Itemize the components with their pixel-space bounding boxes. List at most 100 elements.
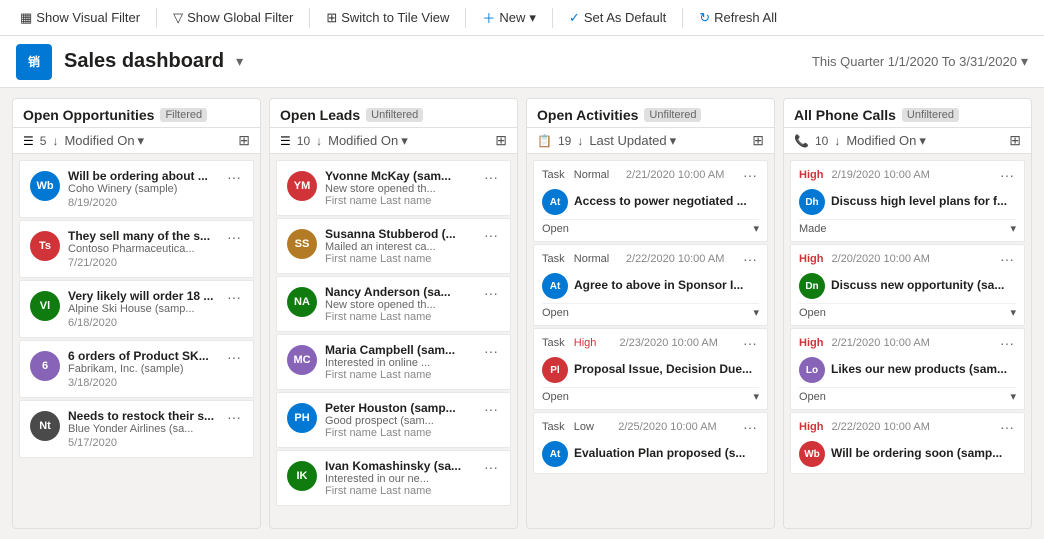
expand-button[interactable]: ▾: [753, 390, 759, 403]
divider-4: [552, 8, 553, 28]
table-row[interactable]: IK Ivan Komashinsky (sa... Interested in…: [276, 450, 511, 506]
card-more-button[interactable]: ···: [482, 459, 500, 475]
activity-title: Evaluation Plan proposed (s...: [574, 446, 759, 460]
avatar: SS: [287, 229, 317, 259]
card-body: Maria Campbell (sam... Interested in onl…: [325, 343, 474, 381]
priority-label: High: [799, 253, 823, 265]
card-more-button[interactable]: ···: [225, 289, 243, 305]
activities-filter-button[interactable]: ⊞: [752, 132, 764, 149]
card-subtitle: Fabrikam, Inc. (sample): [68, 363, 217, 375]
card-more-button[interactable]: ···: [482, 227, 500, 243]
table-row[interactable]: Wb Will be ordering about ... Coho Winer…: [19, 160, 254, 218]
table-row[interactable]: SS Susanna Stubberod (... Mailed an inte…: [276, 218, 511, 274]
phone-more-button[interactable]: ···: [998, 419, 1016, 435]
card-subtitle: Interested in online ...: [325, 357, 474, 369]
phone-header: High 2/19/2020 10:00 AM ···: [799, 167, 1016, 183]
phone-sort-icon: 📞: [794, 134, 809, 148]
list-item[interactable]: Task Low 2/25/2020 10:00 AM ··· At Evalu…: [533, 412, 768, 474]
sort-modified-on-button[interactable]: Modified On ▾: [64, 133, 144, 149]
card-meta: First name Last name: [325, 485, 474, 497]
expand-button[interactable]: ▾: [1010, 306, 1016, 319]
activity-title: Proposal Issue, Decision Due...: [574, 362, 759, 376]
count-label: 5: [40, 134, 47, 148]
activity-more-button[interactable]: ···: [741, 335, 759, 351]
column-filter-button[interactable]: ⊞: [238, 132, 250, 149]
divider-5: [682, 8, 683, 28]
expand-button[interactable]: ▾: [753, 222, 759, 235]
table-row[interactable]: PH Peter Houston (samp... Good prospect …: [276, 392, 511, 448]
list-item[interactable]: Task High 2/23/2020 10:00 AM ··· Pl Prop…: [533, 328, 768, 410]
leads-filter-button[interactable]: ⊞: [495, 132, 507, 149]
switch-to-tile-view-button[interactable]: ⊞ Switch to Tile View: [318, 6, 457, 30]
status-label: Open: [799, 391, 826, 403]
open-activities-list: Task Normal 2/21/2020 10:00 AM ··· At Ac…: [527, 154, 774, 528]
list-item[interactable]: Task Normal 2/22/2020 10:00 AM ··· At Ag…: [533, 244, 768, 326]
table-row[interactable]: Ts They sell many of the s... Contoso Ph…: [19, 220, 254, 278]
phone-datetime: 2/19/2020 10:00 AM: [831, 169, 929, 181]
card-subtitle: Mailed an interest ca...: [325, 241, 474, 253]
phone-more-button[interactable]: ···: [998, 251, 1016, 267]
list-item[interactable]: High 2/20/2020 10:00 AM ··· Dn Discuss n…: [790, 244, 1025, 326]
card-subtitle: Alpine Ski House (samp...: [68, 303, 217, 315]
card-more-button[interactable]: ···: [225, 169, 243, 185]
phone-more-button[interactable]: ···: [998, 335, 1016, 351]
card-more-button[interactable]: ···: [482, 343, 500, 359]
list-item[interactable]: High 2/21/2020 10:00 AM ··· Lo Likes our…: [790, 328, 1025, 410]
avatar: IK: [287, 461, 317, 491]
table-row[interactable]: MC Maria Campbell (sam... Interested in …: [276, 334, 511, 390]
status-label: Open: [542, 307, 569, 319]
col-header-row: Open Activities Unfiltered: [537, 107, 701, 123]
table-row[interactable]: Nt Needs to restock their s... Blue Yond…: [19, 400, 254, 458]
table-row[interactable]: YM Yvonne McKay (sam... New store opened…: [276, 160, 511, 216]
activity-more-button[interactable]: ···: [741, 419, 759, 435]
date-range-chevron-button[interactable]: ▾: [1021, 53, 1028, 70]
activity-more-button[interactable]: ···: [741, 167, 759, 183]
card-more-button[interactable]: ···: [482, 401, 500, 417]
refresh-all-button[interactable]: ↻ Refresh All: [691, 6, 785, 30]
activity-more-button[interactable]: ···: [741, 251, 759, 267]
all-phone-calls-column: All Phone Calls Unfiltered 📞 10 ↓ Modifi…: [783, 98, 1032, 529]
activity-type: Task Normal: [542, 253, 609, 265]
avatar: Ts: [30, 231, 60, 261]
list-item[interactable]: High 2/19/2020 10:00 AM ··· Dh Discuss h…: [790, 160, 1025, 242]
open-opportunities-title: Open Opportunities: [23, 107, 154, 123]
show-global-filter-button[interactable]: ▽ Show Global Filter: [165, 6, 301, 30]
activity-type: Task High: [542, 337, 596, 349]
priority-label: High: [799, 421, 823, 433]
page-header: 销 Sales dashboard ▾ This Quarter 1/1/202…: [0, 36, 1044, 88]
show-visual-filter-button[interactable]: ▦ Show Visual Filter: [12, 6, 148, 30]
phone-title: Discuss high level plans for f...: [831, 194, 1016, 208]
toolbar: ▦ Show Visual Filter ▽ Show Global Filte…: [0, 0, 1044, 36]
new-button[interactable]: ＋ New ▾: [474, 4, 544, 31]
expand-button[interactable]: ▾: [1010, 222, 1016, 235]
activity-row: At Agree to above in Sponsor I...: [542, 271, 759, 299]
card-more-button[interactable]: ···: [225, 229, 243, 245]
table-row[interactable]: Vl Very likely will order 18 ... Alpine …: [19, 280, 254, 338]
table-row[interactable]: 6 6 orders of Product SK... Fabrikam, In…: [19, 340, 254, 398]
list-item[interactable]: Task Normal 2/21/2020 10:00 AM ··· At Ac…: [533, 160, 768, 242]
sort-leads-modified-on-button[interactable]: Modified On ▾: [328, 133, 408, 149]
card-body: 6 orders of Product SK... Fabrikam, Inc.…: [68, 349, 217, 389]
expand-button[interactable]: ▾: [1010, 390, 1016, 403]
set-as-default-button[interactable]: ✓ Set As Default: [561, 6, 674, 30]
sort-phone-modified-on-button[interactable]: Modified On ▾: [846, 133, 926, 149]
card-more-button[interactable]: ···: [225, 409, 243, 425]
list-item[interactable]: High 2/22/2020 10:00 AM ··· Wb Will be o…: [790, 412, 1025, 474]
expand-button[interactable]: ▾: [753, 306, 759, 319]
col-header-row: Open Leads Unfiltered: [280, 107, 423, 123]
card-title: 6 orders of Product SK...: [68, 349, 217, 363]
avatar: MC: [287, 345, 317, 375]
open-opportunities-subheader: ☰ 5 ↓ Modified On ▾ ⊞: [13, 128, 260, 154]
table-row[interactable]: NA Nancy Anderson (sa... New store opene…: [276, 276, 511, 332]
avatar: Wb: [799, 441, 825, 467]
phone-more-button[interactable]: ···: [998, 167, 1016, 183]
card-body: Very likely will order 18 ... Alpine Ski…: [68, 289, 217, 329]
avatar: At: [542, 441, 568, 467]
card-more-button[interactable]: ···: [482, 285, 500, 301]
title-chevron-button[interactable]: ▾: [236, 53, 243, 70]
sort-activities-last-updated-button[interactable]: Last Updated ▾: [589, 133, 676, 149]
card-more-button[interactable]: ···: [225, 349, 243, 365]
card-title: Ivan Komashinsky (sa...: [325, 459, 474, 473]
phone-filter-button[interactable]: ⊞: [1009, 132, 1021, 149]
card-more-button[interactable]: ···: [482, 169, 500, 185]
